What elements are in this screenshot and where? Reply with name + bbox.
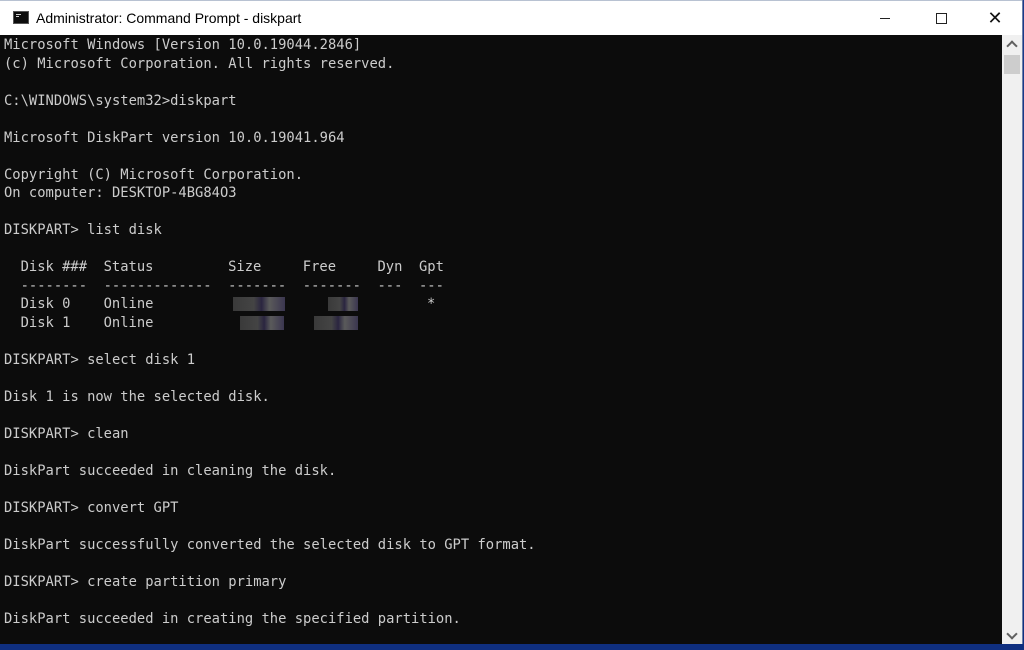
- maximize-button[interactable]: [918, 1, 964, 35]
- console-line: On computer: DESKTOP-4BG84O3: [4, 185, 237, 201]
- redacted-size-value: [240, 315, 284, 330]
- console-line: DISKPART> clean: [4, 425, 129, 442]
- table-cell: Free: [302, 259, 337, 275]
- table-cell: Dyn: [377, 259, 403, 275]
- console-line: C:\WINDOWS\system32>diskpart: [4, 92, 237, 109]
- table-row: Disk 0 Online *: [4, 295, 536, 314]
- console-line: (c) Microsoft Corporation. All rights re…: [4, 55, 395, 72]
- table-cell-status: Online: [103, 296, 154, 312]
- redacted-free-value: [328, 297, 358, 311]
- cmd-app-icon[interactable]: [13, 11, 29, 24]
- table-cell: ---: [377, 277, 403, 294]
- console-text: Microsoft Windows [Version 10.0.19044.28…: [4, 36, 536, 628]
- table-cell-disk: Disk 0: [20, 296, 71, 312]
- table-cell: Disk ###: [20, 259, 88, 275]
- maximize-icon: [935, 12, 947, 24]
- table-separator-row: -------- ------------- ------- ------- --- --…: [4, 277, 536, 296]
- table-cell: -------: [302, 277, 361, 294]
- console-line: DISKPART> select disk 1: [4, 351, 196, 368]
- console-line: Microsoft DiskPart version 10.0.19041.96…: [4, 129, 345, 146]
- console-output[interactable]: Microsoft Windows [Version 10.0.19044.28…: [0, 35, 1002, 644]
- scroll-thumb[interactable]: [1004, 55, 1020, 74]
- console-line: DiskPart successfully converted the sele…: [4, 536, 536, 553]
- close-icon: ✕: [987, 8, 1003, 28]
- console-line: Copyright (C) Microsoft Corporation.: [4, 166, 304, 183]
- close-button[interactable]: ✕: [972, 1, 1018, 35]
- table-row: Disk 1 Online: [4, 314, 536, 333]
- console-line: DiskPart succeeded in creating the speci…: [4, 610, 461, 627]
- redacted-free-value: [314, 315, 358, 330]
- window-title: Administrator: Command Prompt - diskpart: [36, 10, 302, 26]
- table-cell-gpt: *: [427, 296, 436, 312]
- console-line: DiskPart succeeded in cleaning the disk.: [4, 462, 337, 479]
- console-line: DISKPART> convert GPT: [4, 499, 179, 516]
- redacted-size-value: [233, 297, 285, 311]
- table-cell: ---: [419, 277, 444, 294]
- table-cell: --------: [20, 277, 88, 294]
- minimize-icon: [880, 18, 890, 19]
- scroll-up-button[interactable]: [1002, 35, 1022, 52]
- console-line: Disk 1 is now the selected disk.: [4, 388, 270, 405]
- vertical-scrollbar[interactable]: [1002, 35, 1022, 644]
- table-cell: -------: [228, 277, 287, 294]
- console-line: DISKPART> create partition primary: [4, 573, 287, 590]
- table-cell-disk: Disk 1: [20, 314, 71, 331]
- chevron-up-icon: [1006, 39, 1018, 52]
- console-line: DISKPART> list disk: [4, 222, 162, 238]
- table-cell: Gpt: [419, 259, 444, 275]
- table-cell: Size: [228, 259, 262, 275]
- chevron-down-icon: [1006, 627, 1018, 640]
- command-prompt-window: Administrator: Command Prompt - diskpart…: [0, 0, 1023, 644]
- table-cell: Status: [103, 259, 154, 275]
- table-cell-status: Online: [103, 314, 154, 331]
- scroll-down-button[interactable]: [1002, 627, 1022, 644]
- console-line: Microsoft Windows [Version 10.0.19044.28…: [4, 37, 362, 53]
- table-header-row: Disk ### Status Size Free Dyn Gpt: [4, 258, 536, 277]
- minimize-button[interactable]: [862, 1, 908, 35]
- title-bar[interactable]: Administrator: Command Prompt - diskpart…: [0, 0, 1022, 35]
- table-cell: -------------: [103, 277, 212, 294]
